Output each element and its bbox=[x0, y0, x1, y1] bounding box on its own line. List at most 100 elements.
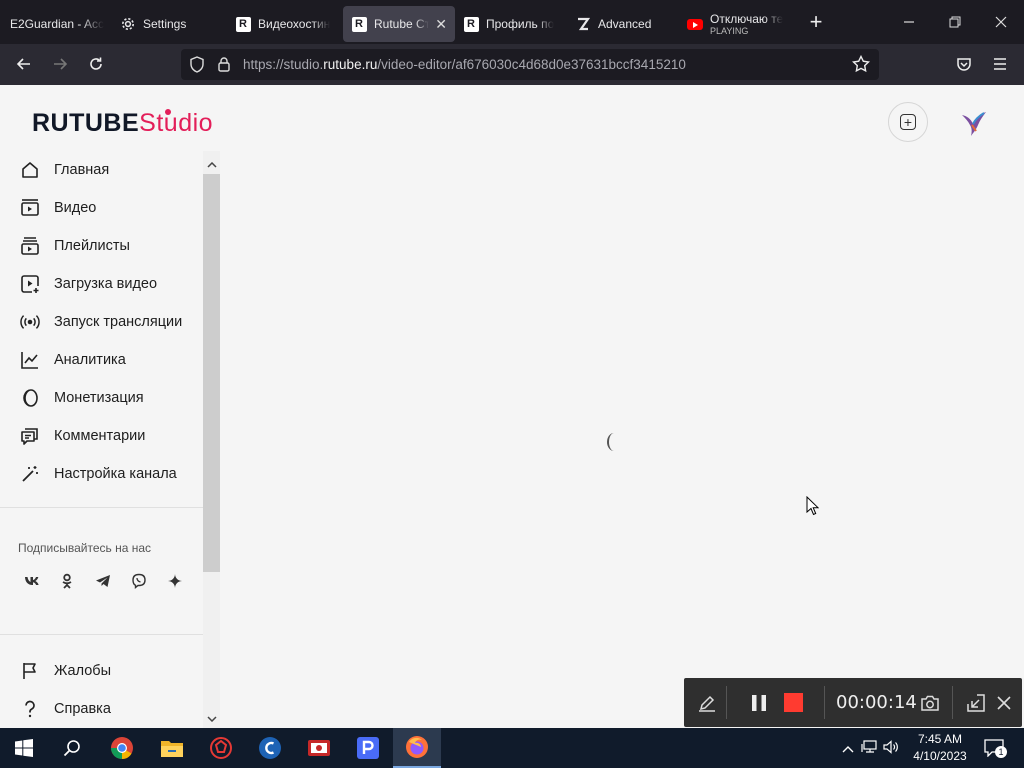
playlist-icon bbox=[19, 235, 41, 257]
tab-videohosting[interactable]: R Видеохостин bbox=[227, 6, 343, 42]
forward-button[interactable] bbox=[43, 48, 77, 80]
camera-icon[interactable] bbox=[918, 678, 942, 727]
sidebar-divider bbox=[0, 634, 203, 635]
sidebar-item-channel-settings[interactable]: Настройка канала bbox=[0, 455, 203, 493]
sidebar-item-complaints[interactable]: Жалобы bbox=[0, 652, 203, 690]
url-prefix: https://studio. bbox=[243, 57, 324, 72]
url-domain: rutube.ru bbox=[323, 57, 378, 72]
advanced-icon bbox=[575, 16, 591, 32]
rutube-icon: R bbox=[463, 16, 479, 32]
close-window-button[interactable] bbox=[978, 0, 1024, 44]
rutube-studio-page: RUTUBEStudio + Главная Видео Плейлисты З… bbox=[0, 85, 1024, 728]
sidebar-item-label: Главная bbox=[54, 162, 110, 178]
sidebar-item-label: Плейлисты bbox=[54, 238, 130, 254]
pocket-icon[interactable] bbox=[947, 48, 981, 80]
sidebar-item-comments[interactable]: Комментарии bbox=[0, 417, 203, 455]
screen-recorder-icon[interactable] bbox=[295, 728, 343, 768]
home-icon bbox=[19, 159, 41, 181]
sidebar-item-label: Комментарии bbox=[54, 428, 146, 444]
help-icon bbox=[19, 698, 41, 720]
channel-settings-icon bbox=[19, 463, 41, 485]
rutube-studio-logo[interactable]: RUTUBEStudio bbox=[32, 109, 213, 138]
volume-icon[interactable] bbox=[880, 739, 902, 757]
windows-start-icon[interactable] bbox=[0, 728, 48, 768]
new-tab-button[interactable]: + bbox=[798, 9, 834, 35]
tab-settings[interactable]: Settings bbox=[112, 6, 227, 42]
sidebar-item-label: Жалобы bbox=[54, 663, 112, 679]
sidebar-item-label: Настройка канала bbox=[54, 466, 177, 482]
tab-e2guardian[interactable]: E2Guardian - Acc bbox=[0, 6, 112, 42]
shield-icon[interactable] bbox=[189, 56, 205, 78]
create-button[interactable]: + bbox=[888, 102, 928, 142]
sidebar-item-analytics[interactable]: Аналитика bbox=[0, 341, 203, 379]
taskbar-clock[interactable]: 7:45 AM 4/10/2023 bbox=[905, 731, 975, 765]
separator bbox=[824, 686, 825, 719]
pause-button[interactable] bbox=[746, 678, 772, 727]
sidebar-item-label: Запуск трансляции bbox=[54, 314, 183, 330]
back-button[interactable] bbox=[7, 48, 41, 80]
rutube-icon: R bbox=[235, 16, 251, 32]
sidebar-item-upload-video[interactable]: Загрузка видео bbox=[0, 265, 203, 303]
restore-button[interactable] bbox=[932, 0, 978, 44]
notifications-icon[interactable]: 1 bbox=[982, 728, 1007, 768]
pen-icon[interactable] bbox=[692, 678, 722, 727]
tab-title: Settings bbox=[143, 17, 187, 31]
sidebar-item-home[interactable]: Главная bbox=[0, 151, 203, 189]
menu-icon[interactable] bbox=[983, 48, 1017, 80]
tab-advanced[interactable]: Advanced bbox=[567, 6, 679, 42]
mouse-cursor-icon bbox=[806, 495, 820, 521]
sidebar-item-monetization[interactable]: Монетизация bbox=[0, 379, 203, 417]
bookmark-star-icon[interactable] bbox=[851, 54, 871, 78]
file-explorer-icon[interactable] bbox=[148, 728, 196, 768]
sidebar-item-video[interactable]: Видео bbox=[0, 189, 203, 227]
lock-icon[interactable] bbox=[217, 56, 231, 77]
url-bar[interactable]: https://studio.rutube.ru/video-editor/af… bbox=[181, 49, 879, 80]
p-app-icon[interactable] bbox=[344, 728, 392, 768]
logo-product: Studio bbox=[139, 109, 214, 137]
logo-brand: RUTUBE bbox=[32, 109, 140, 137]
sidebar-scrollbar-thumb[interactable] bbox=[203, 174, 220, 572]
stop-button[interactable] bbox=[781, 678, 805, 727]
sidebar-divider bbox=[0, 507, 203, 508]
scroll-up-arrow[interactable] bbox=[203, 156, 220, 174]
chrome-icon[interactable] bbox=[98, 728, 146, 768]
close-recorder-icon[interactable] bbox=[992, 678, 1016, 727]
tab-rutube-studio[interactable]: R Rutube Сту ✕ bbox=[343, 6, 455, 42]
separator bbox=[726, 686, 727, 719]
vk-icon[interactable] bbox=[18, 567, 46, 595]
windows-taskbar: 7:45 AM 4/10/2023 1 bbox=[0, 728, 1024, 768]
browser-tab-bar: E2Guardian - Acc Settings R Видеохостин … bbox=[0, 0, 1024, 44]
sidebar-item-label: Монетизация bbox=[54, 390, 144, 406]
reload-button[interactable] bbox=[79, 48, 113, 80]
url-text[interactable]: https://studio.rutube.ru/video-editor/af… bbox=[243, 57, 686, 72]
sidebar-item-playlists[interactable]: Плейлисты bbox=[0, 227, 203, 265]
ok-icon[interactable] bbox=[53, 567, 81, 595]
zen-icon[interactable] bbox=[161, 567, 189, 595]
upload-video-icon bbox=[19, 273, 41, 295]
tab-title: Advanced bbox=[598, 17, 652, 31]
tab-profile[interactable]: R Профиль по bbox=[455, 6, 567, 42]
avatar[interactable] bbox=[956, 105, 990, 139]
sidebar-item-label: Справка bbox=[54, 701, 111, 717]
search-icon[interactable] bbox=[48, 728, 96, 768]
logo-dot bbox=[165, 109, 171, 115]
sidebar: Главная Видео Плейлисты Загрузка видео З… bbox=[0, 151, 203, 728]
scroll-down-arrow[interactable] bbox=[203, 710, 220, 728]
network-icon[interactable] bbox=[858, 739, 880, 757]
youtube-icon bbox=[687, 16, 703, 32]
sidebar-item-broadcast[interactable]: Запуск трансляции bbox=[0, 303, 203, 341]
firefox-icon[interactable] bbox=[393, 728, 441, 768]
telegram-icon[interactable] bbox=[89, 567, 117, 595]
system-tray bbox=[838, 728, 902, 768]
notification-badge: 1 bbox=[995, 746, 1007, 758]
clock-date: 4/10/2023 bbox=[913, 749, 967, 763]
app-red-icon[interactable] bbox=[197, 728, 245, 768]
viber-icon[interactable] bbox=[125, 567, 153, 595]
minimize-recorder-icon[interactable] bbox=[964, 678, 988, 727]
chevron-up-icon[interactable] bbox=[838, 741, 858, 756]
sidebar-item-help[interactable]: Справка bbox=[0, 690, 203, 728]
ccleaner-icon[interactable] bbox=[246, 728, 294, 768]
minimize-button[interactable] bbox=[886, 0, 932, 44]
close-icon[interactable]: ✕ bbox=[435, 16, 447, 33]
tab-youtube[interactable]: Отключаю те PLAYING bbox=[679, 6, 794, 42]
